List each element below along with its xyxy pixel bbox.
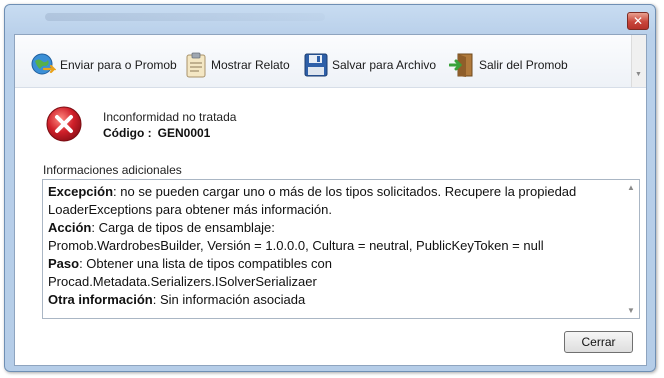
exit-promob-label: Salir del Promob: [479, 58, 568, 72]
exit-door-icon: [449, 53, 473, 77]
toolbar-overflow-scroll[interactable]: ▼: [631, 35, 646, 87]
scroll-down-arrow-icon[interactable]: ▼: [627, 306, 635, 315]
exception-line: Excepción: no se pueden cargar uno o más…: [48, 184, 577, 217]
action-line: Acción: Carga de tipos de ensamblaje:: [48, 220, 275, 235]
error-code-label: Código :: [103, 126, 152, 140]
dialog-window: ✕ Enviar para o Promob Mostrar Relato Sa…: [4, 4, 656, 372]
toolbar-overflow-arrow-icon: ▼: [635, 71, 642, 78]
details-textbox[interactable]: Excepción: no se pueden cargar uno o más…: [42, 179, 640, 319]
exit-promob-button[interactable]: Salir del Promob: [449, 50, 568, 80]
step-line: Paso: Obtener una lista de tipos compati…: [48, 256, 333, 271]
other-info-line: Otra información: Sin información asocia…: [48, 292, 306, 307]
error-title: Inconformidad no tratada: [103, 110, 237, 124]
show-report-label: Mostrar Relato: [211, 58, 290, 72]
send-to-promob-label: Enviar para o Promob: [60, 58, 177, 72]
error-code: Código : GEN0001: [103, 126, 210, 140]
additional-info-label: Informaciones adicionales: [43, 163, 182, 177]
show-report-button[interactable]: Mostrar Relato: [185, 50, 290, 80]
send-to-promob-button[interactable]: Enviar para o Promob: [30, 50, 177, 80]
dialog-content: Enviar para o Promob Mostrar Relato Salv…: [14, 34, 647, 366]
globe-send-icon: [31, 53, 56, 75]
close-button[interactable]: Cerrar: [564, 331, 633, 353]
scroll-up-arrow-icon[interactable]: ▲: [627, 183, 635, 192]
step-detail-line: Procad.Metadata.Serializers.ISolverSeria…: [48, 274, 317, 289]
save-to-file-button[interactable]: Salvar para Archivo: [304, 50, 436, 80]
error-x-icon: [46, 106, 82, 142]
floppy-disk-icon: [304, 53, 328, 77]
details-content: Excepción: no se pueden cargar uno o más…: [48, 183, 620, 309]
window-title-bar: [45, 13, 325, 21]
clipboard-report-icon: [186, 52, 206, 78]
action-detail-line: Promob.WardrobesBuilder, Versión = 1.0.0…: [48, 238, 544, 253]
toolbar: Enviar para o Promob Mostrar Relato Salv…: [15, 35, 646, 88]
window-close-button[interactable]: ✕: [627, 12, 649, 30]
details-scrollbar[interactable]: ▲ ▼: [623, 180, 639, 318]
error-code-value: GEN0001: [157, 126, 211, 140]
save-to-file-label: Salvar para Archivo: [332, 58, 437, 72]
